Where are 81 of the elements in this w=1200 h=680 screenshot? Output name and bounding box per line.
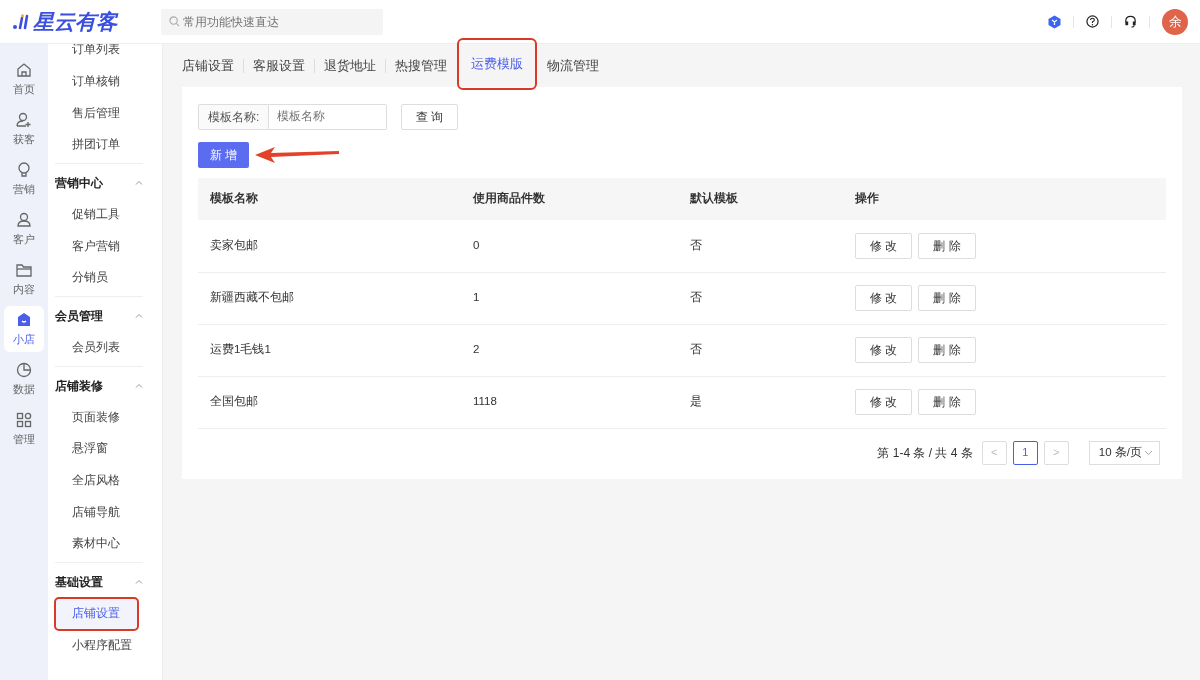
rail-nav-item[interactable]: 管理 — [4, 406, 44, 452]
sidebar-group-header[interactable]: 店铺装修 — [55, 369, 157, 402]
user-add-icon — [15, 110, 33, 129]
sidebar-item[interactable]: 拼团订单 — [55, 129, 157, 161]
edit-button[interactable]: 修 改 — [855, 337, 913, 363]
tab[interactable]: 运费模版 — [459, 39, 535, 88]
sidebar-item[interactable]: 订单列表 — [55, 44, 157, 66]
help-icon[interactable] — [1086, 15, 1099, 28]
rail-nav-item[interactable]: 客户 — [4, 206, 44, 252]
page-number[interactable]: 1 — [1012, 440, 1038, 465]
table-cell: 1 — [473, 291, 480, 304]
edit-button[interactable]: 修 改 — [855, 285, 913, 311]
headset-icon[interactable] — [1124, 15, 1137, 28]
chevron-icon — [135, 313, 143, 319]
rail-nav-item[interactable]: 首页 — [4, 56, 44, 102]
logo-icon — [12, 13, 30, 30]
table-cell: 1118 — [473, 395, 497, 408]
sidebar-group-header[interactable]: 营销中心 — [55, 166, 157, 199]
chevron-icon — [1144, 449, 1153, 456]
delete-button[interactable]: 删 除 — [918, 337, 976, 363]
table-cell: 全国包邮 — [210, 395, 258, 408]
tab[interactable]: 退货地址 — [315, 44, 385, 87]
sidebar-item[interactable]: 促销工具 — [55, 198, 157, 231]
user-icon — [15, 210, 33, 229]
tab[interactable]: 热搜管理 — [386, 44, 456, 87]
tab[interactable]: 客服设置 — [244, 44, 314, 87]
sidebar-item[interactable]: 售后管理 — [55, 97, 157, 130]
table-cell: 否 — [690, 291, 702, 304]
tab[interactable]: 物流管理 — [538, 44, 608, 87]
shop-icon — [15, 310, 33, 329]
edit-button[interactable]: 修 改 — [855, 232, 913, 259]
name-filter-field[interactable]: 模板名称 — [269, 104, 388, 130]
tab[interactable]: 店铺设置 — [182, 44, 243, 87]
sidebar-item[interactable]: 客户营销 — [55, 230, 157, 263]
sidebar-item[interactable]: 店铺设置 — [55, 597, 138, 630]
sidebar-item[interactable]: 分销员 — [55, 262, 157, 294]
rail-nav-item[interactable]: 营销 — [4, 156, 44, 202]
table-cell: 是 — [690, 395, 702, 408]
delete-button[interactable]: 删 除 — [918, 389, 976, 415]
rail-nav-item[interactable]: 获客 — [4, 106, 44, 152]
field-label: 模板名称: — [198, 104, 270, 130]
delete-button[interactable]: 删 除 — [918, 232, 976, 259]
brand-name: 星云有客 — [33, 8, 117, 35]
delete-button[interactable]: 删 除 — [918, 285, 976, 311]
table-cell: 2 — [473, 343, 480, 356]
table-cell: 否 — [690, 239, 702, 252]
table-cell: 卖家包邮 — [210, 239, 258, 252]
sidebar-item[interactable]: 悬浮窗 — [55, 433, 157, 465]
page-size-select[interactable]: 10 条/页 — [1088, 440, 1160, 465]
query-button[interactable]: 查 询 — [401, 104, 459, 130]
chevron-icon — [135, 579, 143, 585]
table-cell: 运费1毛钱1 — [210, 343, 271, 356]
table-cell: 0 — [473, 239, 480, 252]
pagination-summary: 第 1-4 条 / 共 4 条 — [877, 444, 973, 462]
chevron-icon — [135, 383, 143, 388]
column-header: 使用商品件数 — [461, 178, 678, 220]
search-field[interactable]: 常用功能快速直达 — [161, 8, 383, 35]
column-header: 默认模板 — [678, 178, 843, 220]
sidebar-group-header[interactable]: 基础设置 — [55, 565, 157, 598]
rail-nav-item[interactable]: 数据 — [4, 356, 44, 402]
sidebar-item[interactable]: 小程序配置 — [55, 629, 157, 662]
table-cell: 否 — [690, 343, 702, 356]
bulb-icon — [15, 160, 33, 179]
column-header: 操作 — [843, 178, 1166, 220]
grid-icon — [15, 410, 33, 429]
table-cell: 新疆西藏不包邮 — [210, 291, 294, 304]
sidebar-item[interactable]: 素材中心 — [55, 528, 157, 560]
pie-chart-icon — [15, 360, 33, 379]
sidebar-group-header[interactable]: 会员管理 — [55, 299, 157, 332]
add-button[interactable]: 新 增 — [198, 142, 249, 168]
edit-button[interactable]: 修 改 — [855, 389, 913, 415]
sidebar-item[interactable]: 订单核销 — [55, 65, 157, 98]
sidebar-item[interactable]: 店铺导航 — [55, 496, 157, 529]
sidebar-item[interactable]: 全店风格 — [55, 464, 157, 497]
cube-icon[interactable] — [1048, 14, 1061, 29]
chevron-icon — [135, 180, 143, 186]
column-header: 模板名称 — [198, 178, 461, 220]
rail-nav-item[interactable]: 内容 — [4, 256, 44, 302]
rail-nav-item[interactable]: 小店 — [4, 306, 44, 352]
sidebar-item[interactable]: 会员列表 — [55, 331, 157, 364]
sidebar-item[interactable]: 页面装修 — [55, 401, 157, 434]
